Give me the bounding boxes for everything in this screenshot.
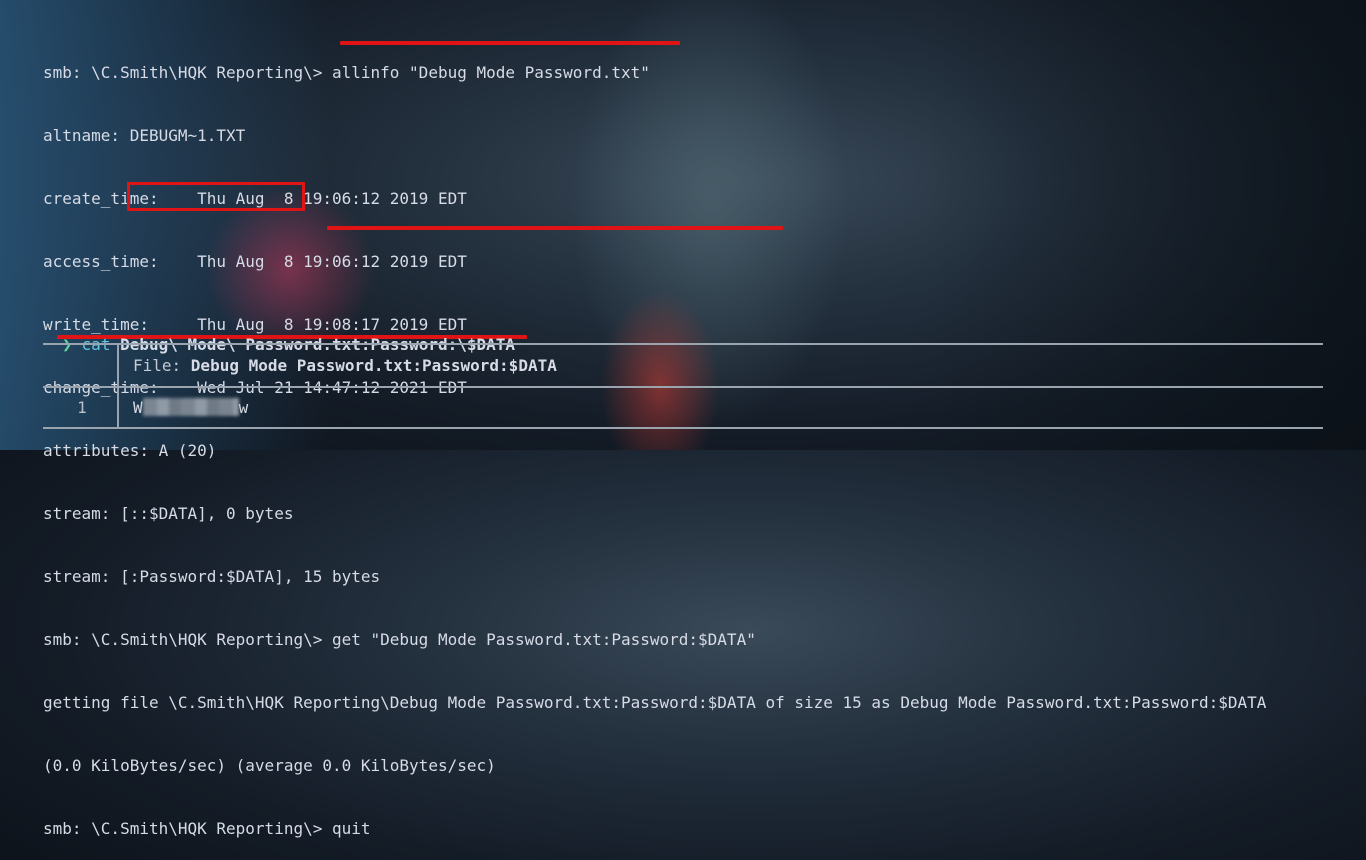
- terminal-line: attributes: A (20): [43, 441, 217, 460]
- terminal-line: smb: \C.Smith\HQK Reporting\> allinfo "D…: [43, 63, 650, 82]
- terminal-line: access_time: Thu Aug 8 19:06:12 2019 EDT: [43, 252, 467, 271]
- terminal-line: altname: DEBUGM~1.TXT: [43, 126, 246, 145]
- terminal-line: (0.0 KiloBytes/sec) (average 0.0 KiloByt…: [43, 756, 496, 775]
- shell-prompt-line: ❯ cat Debug\ Mode\ Password.txt:Password…: [43, 313, 515, 355]
- terminal-output: smb: \C.Smith\HQK Reporting\> allinfo "D…: [43, 20, 1353, 860]
- highlight-underline-get: [327, 226, 783, 230]
- content-end: w: [238, 398, 249, 417]
- table-top-border: [43, 343, 1323, 345]
- terminal-line: smb: \C.Smith\HQK Reporting\> quit: [43, 819, 371, 838]
- file-header: File: Debug Mode Password.txt:Password:$…: [133, 355, 557, 376]
- terminal-line: stream: [::$DATA], 0 bytes: [43, 504, 294, 523]
- content-start: W: [133, 398, 143, 417]
- terminal-line: stream: [:Password:$DATA], 15 bytes: [43, 567, 381, 586]
- terminal-line: smb: \C.Smith\HQK Reporting\> get "Debug…: [43, 630, 756, 649]
- highlight-underline-allinfo: [340, 41, 680, 45]
- file-content: Ww: [133, 397, 248, 418]
- terminal-line: getting file \C.Smith\HQK Reporting\Debu…: [43, 693, 1267, 712]
- highlight-box-password-stream: [127, 182, 305, 211]
- file-name: Debug Mode Password.txt:Password:$DATA: [190, 356, 557, 375]
- file-label: File:: [133, 356, 191, 375]
- table-bottom-border: [43, 427, 1323, 429]
- line-number: 1: [77, 398, 87, 417]
- redacted-password-blur: [142, 398, 239, 416]
- table-header-separator: [43, 386, 1323, 388]
